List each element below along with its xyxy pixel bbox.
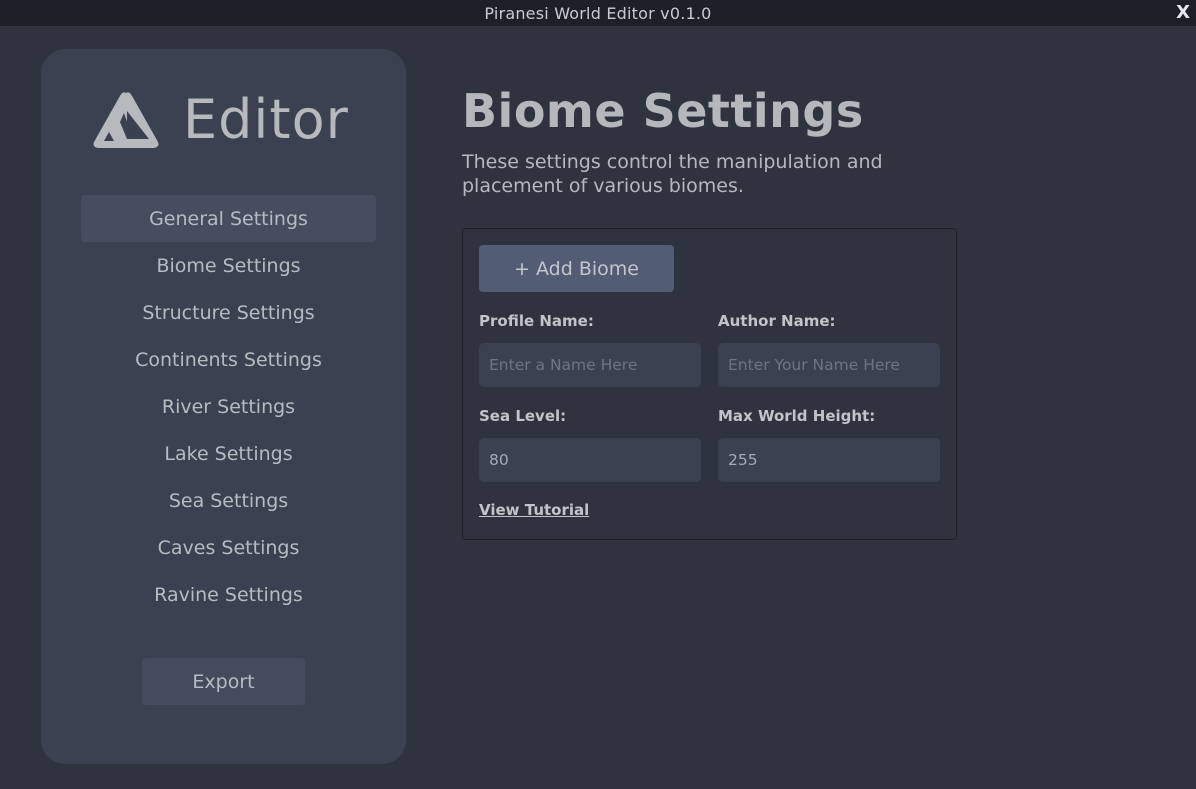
sidebar-item-biome-settings[interactable]: Biome Settings bbox=[81, 242, 376, 289]
sidebar-item-sea-settings[interactable]: Sea Settings bbox=[81, 477, 376, 524]
sidebar: Editor General Settings Biome Settings S… bbox=[41, 49, 406, 764]
close-icon[interactable]: X bbox=[1176, 2, 1190, 24]
profile-name-label: Profile Name: bbox=[479, 312, 594, 330]
profile-name-input[interactable] bbox=[479, 343, 701, 387]
author-name-input[interactable] bbox=[718, 343, 940, 387]
window-title: Piranesi World Editor v0.1.0 bbox=[484, 3, 712, 23]
sidebar-item-lake-settings[interactable]: Lake Settings bbox=[81, 430, 376, 477]
title-bar: Piranesi World Editor v0.1.0 X bbox=[0, 0, 1196, 26]
add-biome-button[interactable]: + Add Biome bbox=[479, 245, 674, 292]
brand: Editor bbox=[91, 89, 349, 151]
page-title: Biome Settings bbox=[462, 84, 864, 138]
sidebar-item-caves-settings[interactable]: Caves Settings bbox=[81, 524, 376, 571]
view-tutorial-link[interactable]: View Tutorial bbox=[479, 501, 589, 519]
page-description: These settings control the manipulation … bbox=[462, 151, 883, 197]
sidebar-item-general-settings[interactable]: General Settings bbox=[81, 195, 376, 242]
sidebar-item-continents-settings[interactable]: Continents Settings bbox=[81, 336, 376, 383]
sidebar-item-structure-settings[interactable]: Structure Settings bbox=[81, 289, 376, 336]
sidebar-nav: General Settings Biome Settings Structur… bbox=[81, 195, 376, 618]
sidebar-item-river-settings[interactable]: River Settings bbox=[81, 383, 376, 430]
sea-level-input[interactable] bbox=[479, 438, 701, 482]
biome-settings-panel: + Add Biome Profile Name: Author Name: S… bbox=[462, 228, 957, 540]
author-name-label: Author Name: bbox=[718, 312, 836, 330]
max-world-height-label: Max World Height: bbox=[718, 407, 876, 425]
sidebar-item-ravine-settings[interactable]: Ravine Settings bbox=[81, 571, 376, 618]
max-world-height-input[interactable] bbox=[718, 438, 940, 482]
brand-name: Editor bbox=[183, 88, 349, 151]
mountain-triangle-logo-icon bbox=[93, 92, 159, 148]
export-button[interactable]: Export bbox=[142, 658, 305, 705]
sea-level-label: Sea Level: bbox=[479, 407, 567, 425]
